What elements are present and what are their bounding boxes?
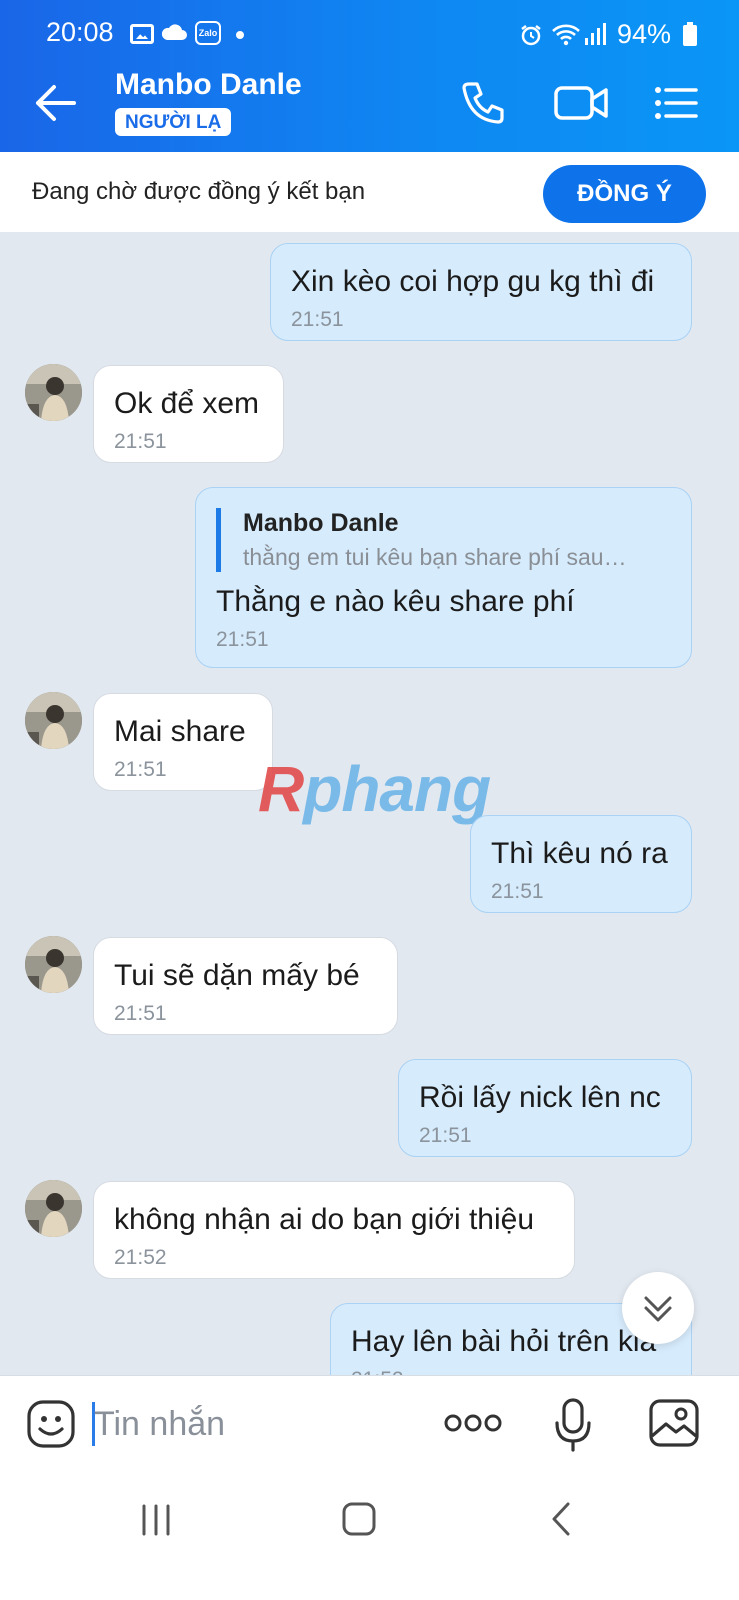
message-bubble-sent[interactable]: Rồi lấy nick lên nc 21:51: [398, 1059, 692, 1157]
contact-avatar[interactable]: [25, 1180, 82, 1237]
message-text: Thằng e nào kêu share phí: [216, 585, 575, 618]
back-nav-icon[interactable]: [548, 1500, 574, 1538]
contact-avatar[interactable]: [25, 692, 82, 749]
more-options-icon[interactable]: [444, 1408, 502, 1438]
contact-avatar[interactable]: [25, 936, 82, 993]
signal-icon: [585, 23, 606, 45]
message-bubble-received[interactable]: Ok để xem 21:51: [93, 365, 284, 463]
message-bubble-received[interactable]: Tui sẽ dặn mấy bé 21:51: [93, 937, 398, 1035]
watermark-logo: Rphang: [258, 753, 491, 825]
zalo-notification-icon: Zalo: [195, 21, 221, 45]
contact-avatar[interactable]: [25, 364, 82, 421]
message-text: không nhận ai do bạn giới thiệu: [114, 1203, 534, 1236]
message-text: Mai share: [114, 715, 246, 748]
battery-icon: [683, 22, 697, 46]
message-input[interactable]: [94, 1400, 424, 1448]
quoted-sender-name: Manbo Danle: [243, 509, 399, 537]
message-bubble-received[interactable]: Mai share 21:51: [93, 693, 273, 791]
message-text: Rồi lấy nick lên nc: [419, 1081, 661, 1114]
wifi-icon: [552, 24, 580, 46]
message-bubble-sent[interactable]: Xin kèo coi hợp gu kg thì đi 21:51: [270, 243, 692, 341]
menu-list-icon[interactable]: [652, 78, 700, 128]
message-text: Xin kèo coi hợp gu kg thì đi: [291, 265, 655, 298]
quoted-message[interactable]: Manbo Danle thằng em tui kêu bạn share p…: [216, 508, 671, 572]
scroll-to-bottom-button[interactable]: [622, 1272, 694, 1344]
contact-name[interactable]: Manbo Danle: [115, 68, 302, 102]
video-call-icon[interactable]: [552, 78, 610, 128]
message-text: Thì kêu nó ra: [491, 837, 668, 870]
sticker-emoji-icon[interactable]: [26, 1399, 76, 1449]
quoted-text: thằng em tui kêu bạn share phí sau…: [243, 544, 627, 570]
message-text: Ok để xem: [114, 387, 260, 420]
message-time: 21:51: [419, 1124, 472, 1147]
image-gallery-icon[interactable]: [648, 1398, 700, 1448]
message-time: 21:51: [114, 430, 167, 453]
battery-percent: 94%: [617, 19, 672, 49]
message-time: 21:51: [216, 628, 269, 651]
message-time: 21:51: [114, 758, 167, 781]
microphone-icon[interactable]: [553, 1397, 593, 1453]
message-bubble-sent-reply[interactable]: Manbo Danle thằng em tui kêu bạn share p…: [195, 487, 692, 668]
accept-friend-button[interactable]: ĐỒNG Ý: [543, 165, 706, 223]
home-icon[interactable]: [340, 1500, 378, 1538]
cloud-icon: [161, 24, 187, 40]
friend-request-text: Đang chờ được đồng ý kết bạn: [32, 178, 366, 205]
status-time: 20:08: [46, 17, 114, 47]
message-time: 21:51: [491, 880, 544, 903]
gallery-notification-icon: [130, 24, 154, 44]
message-bubble-sent[interactable]: Thì kêu nó ra 21:51: [470, 815, 692, 913]
message-bubble-received[interactable]: không nhận ai do bạn giới thiệu 21:52: [93, 1181, 575, 1279]
back-arrow-icon[interactable]: [30, 80, 80, 126]
message-time: 21:51: [114, 1002, 167, 1025]
message-text: Tui sẽ dặn mấy bé: [114, 959, 360, 992]
system-navigation-bar: [0, 1476, 739, 1600]
phone-call-icon[interactable]: [458, 78, 508, 128]
message-time: 21:51: [291, 308, 344, 331]
recent-apps-icon[interactable]: [138, 1503, 174, 1537]
double-chevron-down-icon: [644, 1296, 672, 1322]
stranger-badge: NGƯỜI LẠ: [115, 108, 232, 136]
alarm-icon: [521, 25, 541, 46]
message-time: 21:52: [114, 1246, 167, 1269]
more-notifications-dot: [236, 31, 244, 39]
